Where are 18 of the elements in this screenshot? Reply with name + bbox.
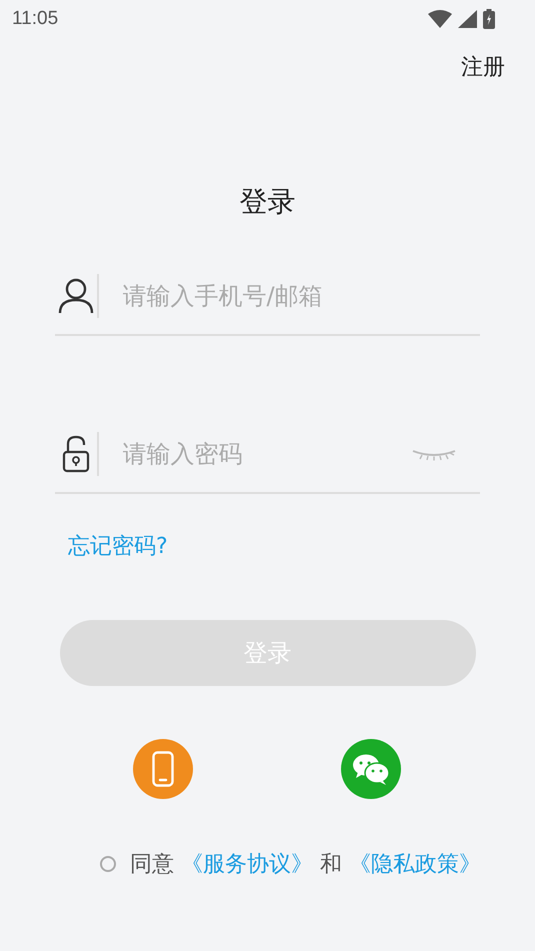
document-link[interactable]: 《服务协议》 <box>181 852 313 877</box>
wifi-icon <box>428 10 452 28</box>
page-title: 登录 <box>238 184 296 220</box>
unlocked-padlock-icon <box>62 435 90 473</box>
closed-eye-icon[interactable] <box>412 447 456 461</box>
mobile-phone-icon <box>152 751 174 787</box>
document-link[interactable]: 《隐私政策》 <box>349 852 481 877</box>
account-field[interactable]: 请输入手机号/邮箱 <box>122 276 480 316</box>
agreement-text: 同意 《服务协议》 和 《隐私政策》 <box>130 851 481 879</box>
user-icon <box>58 278 94 314</box>
signal-icon <box>458 10 477 28</box>
password-field[interactable]: 请输入密码 <box>122 434 412 474</box>
chat-bubbles-icon <box>352 753 390 785</box>
forgot-password-link[interactable]: 忘记密码? <box>68 531 168 561</box>
battery-icon <box>483 9 495 29</box>
status-time: 11:05 <box>12 8 58 30</box>
agreement-radio[interactable] <box>100 856 116 872</box>
register-link[interactable]: 注册 <box>461 52 505 82</box>
